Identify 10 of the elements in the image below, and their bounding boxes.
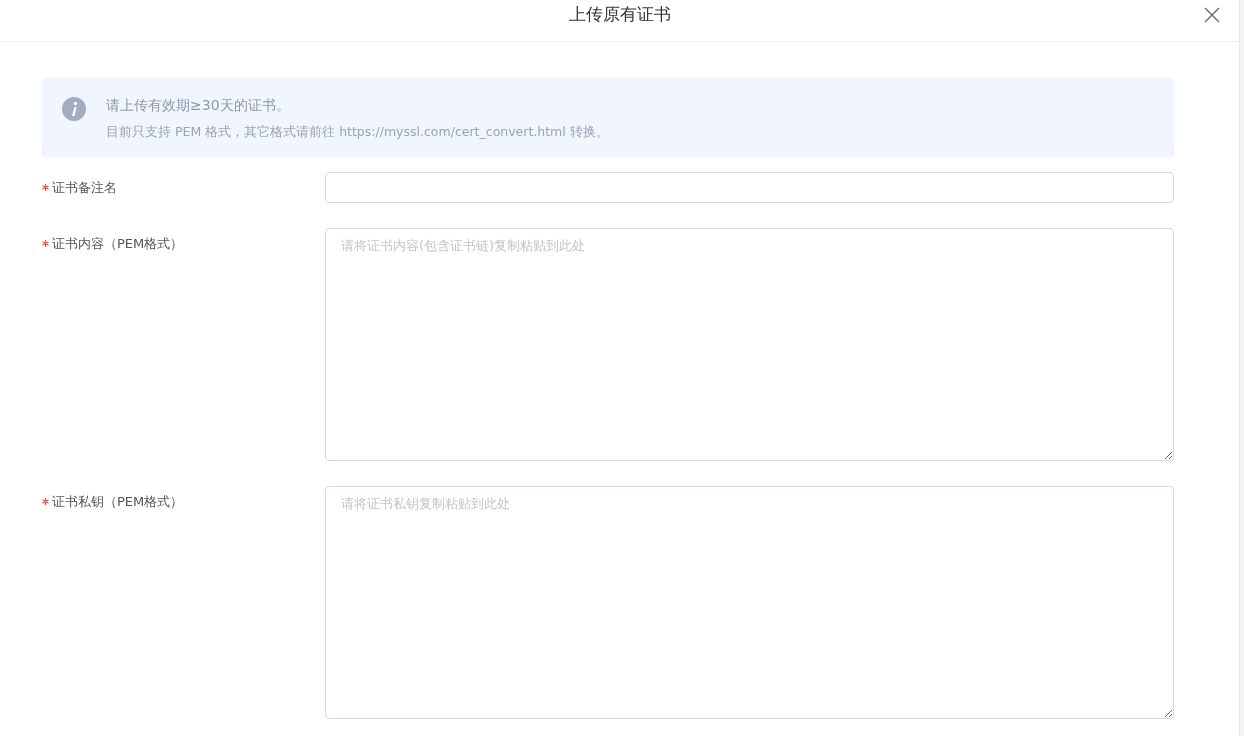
notice-text: 目前只支持 PEM 格式，其它格式请前往 https://myssl.com/cert_convert.html 转换。 [106,124,609,141]
field-label: 证书内容（PEM格式） [52,235,184,253]
close-icon [1203,6,1221,24]
field-label: 证书私钥（PEM格式） [52,493,184,511]
dialog-title: 上传原有证书 [568,3,671,26]
info-icon [62,97,86,121]
close-button[interactable] [1203,6,1221,24]
notice-title: 请上传有效期≥30天的证书。 [106,97,291,115]
input-field[interactable] [325,172,1174,203]
field-label: 证书备注名 [52,179,117,197]
